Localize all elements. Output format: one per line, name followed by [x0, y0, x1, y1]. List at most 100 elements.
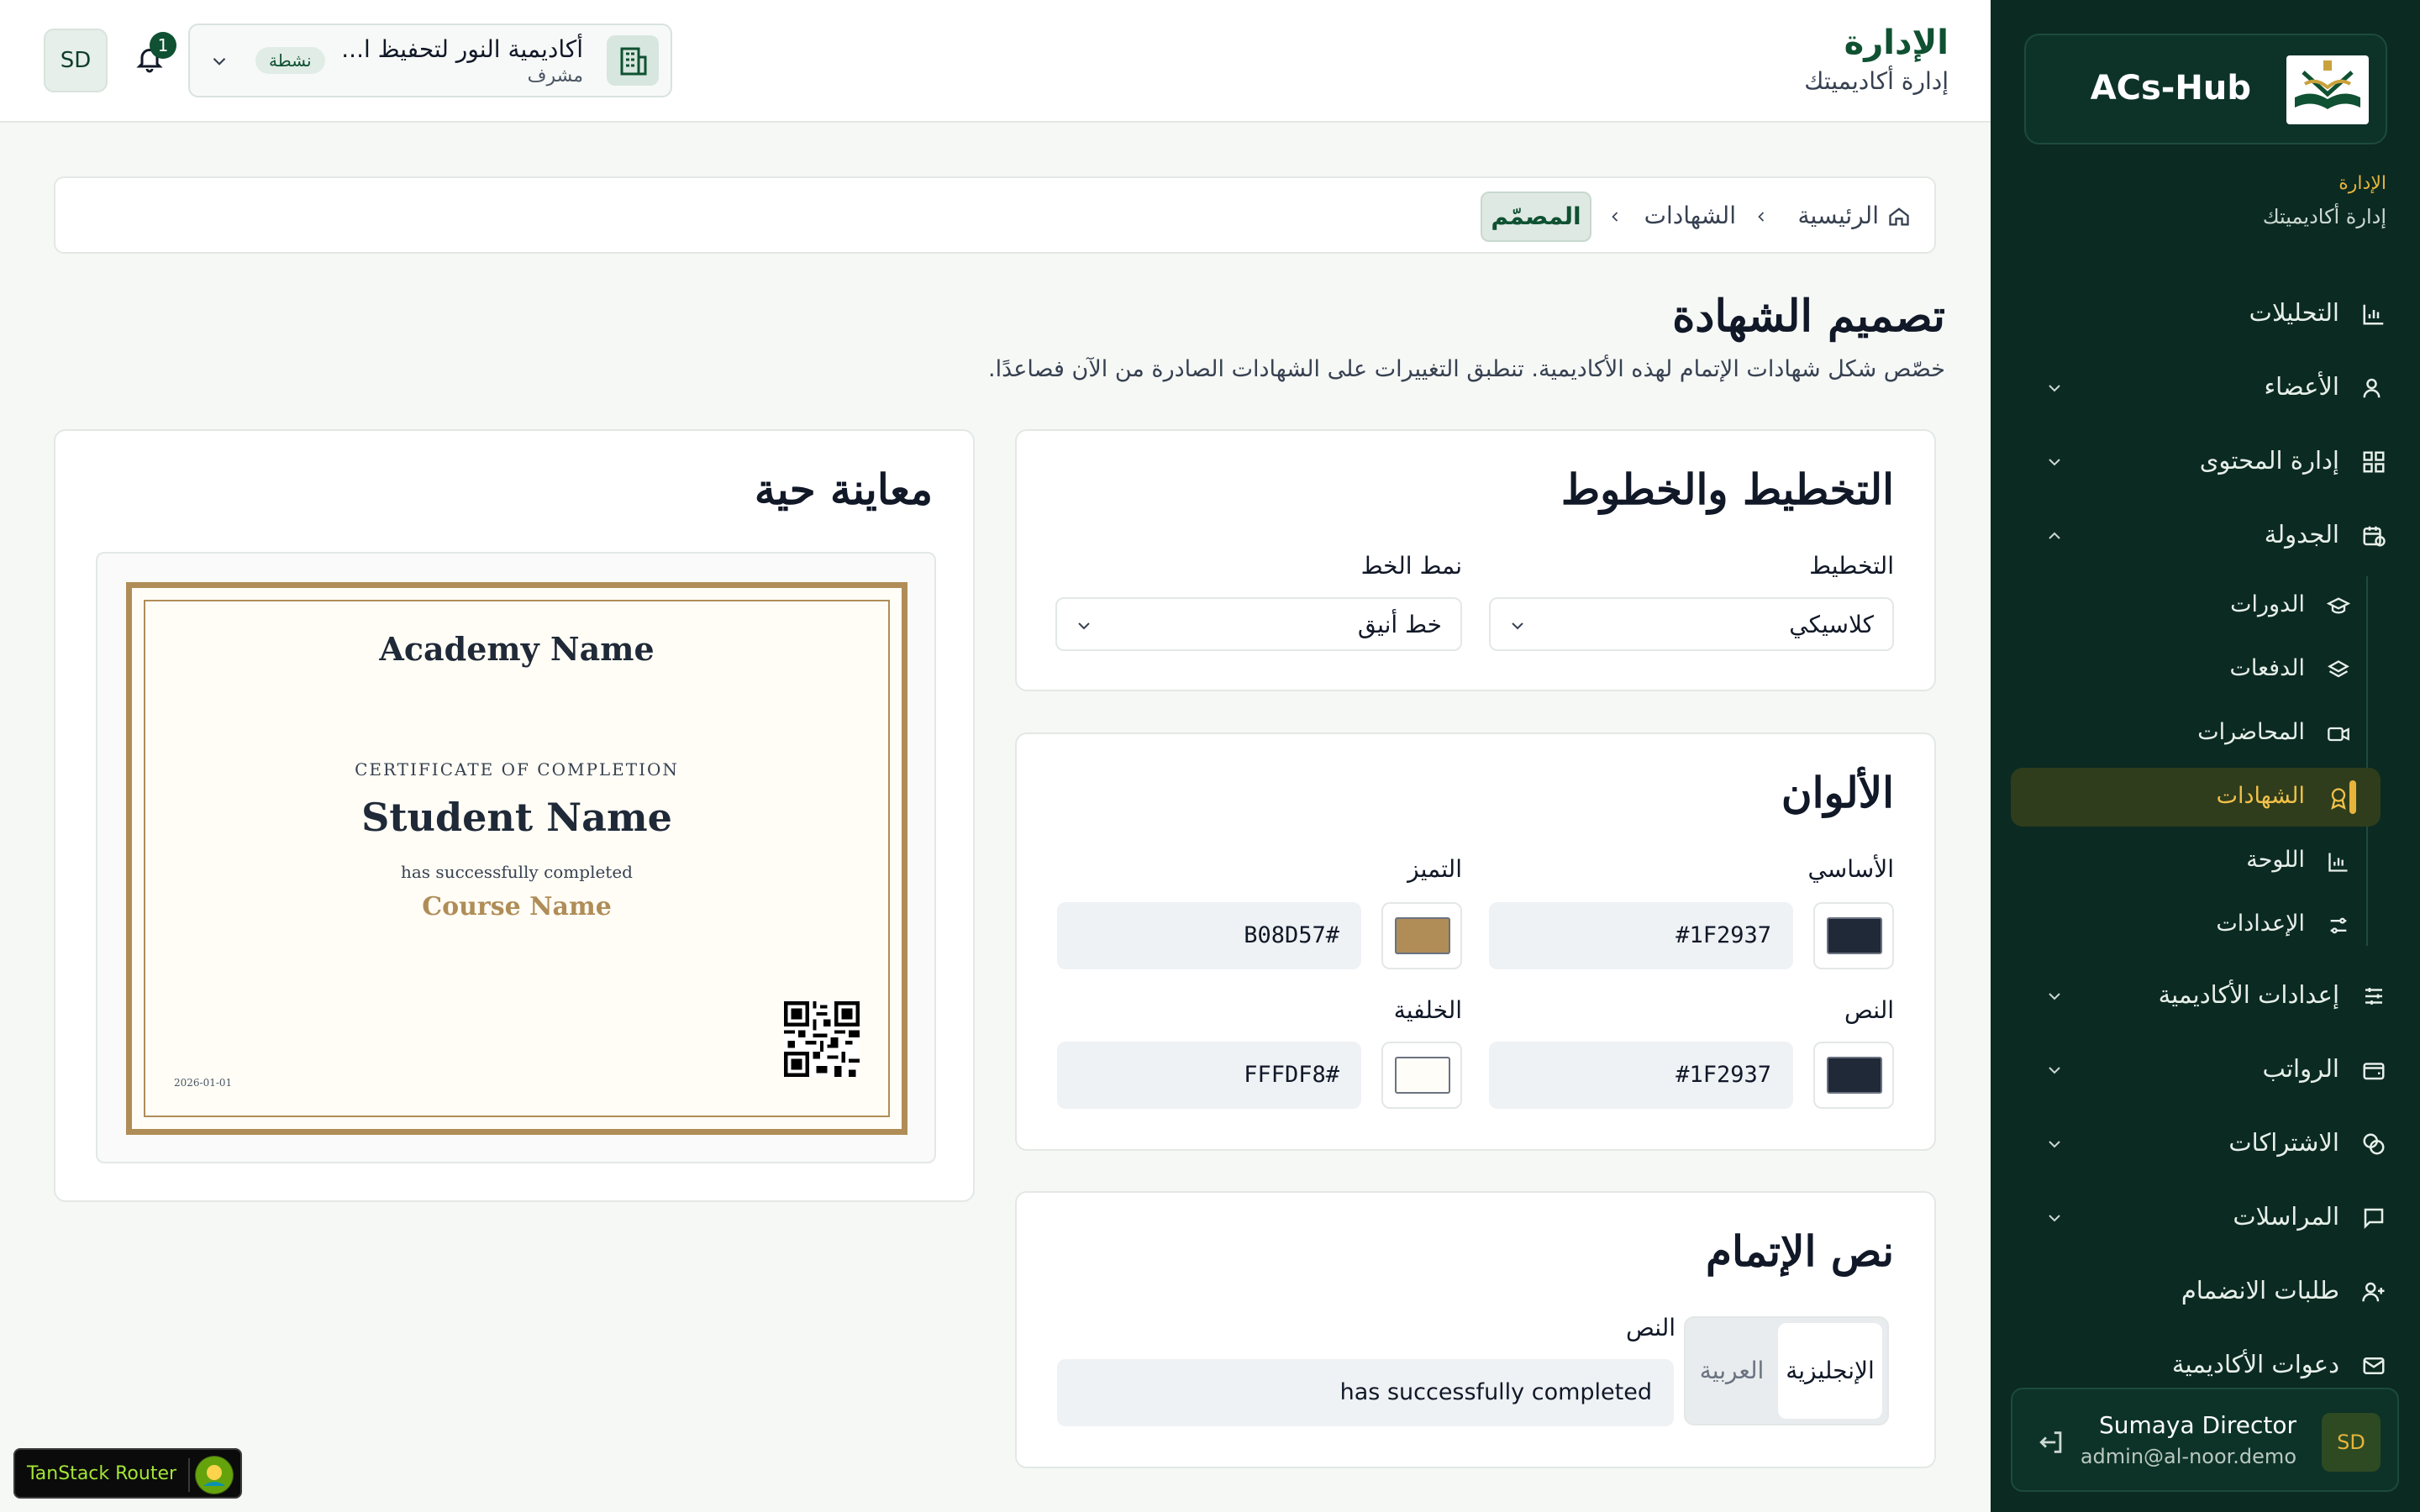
graduation-cap-icon: [2327, 597, 2350, 614]
page-title: تصميم الشهادة: [1672, 291, 1945, 342]
text-color-input[interactable]: #1F2937: [1489, 1042, 1793, 1109]
sidebar-subitem-lectures[interactable]: المحاضرات: [2011, 704, 2381, 763]
chevron-down-icon: [2049, 1215, 2060, 1222]
academy-role: مشرف: [527, 66, 583, 87]
accent-color-picker[interactable]: [1381, 902, 1462, 969]
background-color-picker[interactable]: [1381, 1042, 1462, 1109]
brand-name: ACs-Hub: [2090, 69, 2251, 108]
breadcrumb: الرئيسية الشهادات المصمّم: [54, 176, 1936, 254]
primary-color-input[interactable]: #1F2937: [1489, 902, 1793, 969]
layout-select[interactable]: كلاسيكي: [1489, 597, 1894, 651]
sidebar-item-label: الأعضاء: [2264, 372, 2339, 401]
sidebar-subitem-batches[interactable]: الدفعات: [2011, 640, 2381, 699]
qr-code-icon: [784, 1001, 860, 1077]
accent-color-input[interactable]: #B08D57: [1057, 902, 1361, 969]
grid-icon: [2363, 451, 2385, 473]
sidebar-item-scheduling[interactable]: الجدولة: [2011, 507, 2400, 563]
chevron-down-icon: [2049, 993, 2060, 1000]
tab-english[interactable]: الإنجليزية: [1778, 1323, 1882, 1419]
card-title: الألوان: [1781, 768, 1894, 817]
certificate-course-name: Course Name: [422, 892, 612, 921]
coins-icon: [2363, 1133, 2385, 1155]
chevron-down-icon: [2049, 1141, 2060, 1148]
user-email: admin@al-noor.demo: [2080, 1445, 2296, 1468]
certificate-date: 2026-01-01: [174, 1077, 233, 1089]
academy-name: أكاديمية النور لتحفيظ ا...: [341, 35, 583, 63]
certificate-completed-text: has successfully completed: [401, 862, 633, 882]
chevron-left-icon: [1758, 212, 1765, 222]
brand-box[interactable]: ACs-Hub: [2024, 34, 2387, 144]
sidebar-item-label: التحليلات: [2249, 298, 2339, 327]
certificate-heading: CERTIFICATE OF COMPLETION: [355, 759, 679, 780]
video-icon: [2328, 727, 2349, 742]
text-color-picker[interactable]: [1813, 1042, 1894, 1109]
sidebar: ACs-Hub الإدارة إدارة أكاديميتك التحليلا…: [1991, 0, 2420, 1512]
breadcrumb-current: المصمّم: [1481, 192, 1591, 242]
chevron-down-icon: [2049, 385, 2060, 392]
page-description: خصّص شكل شهادات الإتمام لهذه الأكاديمية.…: [988, 356, 1945, 382]
sidebar-section-subtitle: إدارة أكاديميتك: [2262, 205, 2386, 228]
sidebar-subitem-board[interactable]: اللوحة: [2011, 832, 2381, 890]
primary-color-swatch: [1827, 917, 1882, 954]
user-card[interactable]: SD Sumaya Director admin@al-noor.demo: [2011, 1388, 2399, 1492]
completion-text-input[interactable]: has successfully completed: [1057, 1359, 1674, 1426]
sidebar-item-label: إدارة المحتوى: [2199, 446, 2339, 475]
sidebar-item-messages[interactable]: المراسلات: [2011, 1189, 2400, 1245]
sidebar-subitem-certificates[interactable]: الشهادات: [2011, 768, 2381, 827]
home-icon[interactable]: [1887, 205, 1911, 228]
chevron-up-icon: [2049, 532, 2060, 539]
sidebar-item-label: طلبات الانضمام: [2181, 1276, 2339, 1305]
background-color-swatch: [1395, 1057, 1450, 1094]
breadcrumb-home[interactable]: الرئيسية: [1798, 202, 1879, 229]
top-header: الإدارة إدارة أكاديميتك SD 1 أكاديمية ال…: [0, 0, 1991, 123]
tab-arabic[interactable]: العربية: [1687, 1323, 1776, 1419]
notification-badge: 1: [150, 32, 176, 59]
certificate-academy-name: Academy Name: [379, 630, 655, 668]
layers-icon: [2328, 660, 2349, 678]
mail-icon: [2363, 1357, 2385, 1374]
card-title: معاينة حية: [754, 465, 933, 514]
colors-card: الألوان الأساسي #1F2937 التميز #B08D57 ا…: [1015, 732, 1936, 1151]
sidebar-item-subscriptions[interactable]: الاشتراكات: [2011, 1116, 2400, 1171]
sidebar-item-content[interactable]: إدارة المحتوى: [2011, 433, 2400, 489]
sidebar-item-academy-settings[interactable]: إعدادات الأكاديمية: [2011, 968, 2400, 1023]
message-square-icon: [2364, 1208, 2384, 1230]
background-color-input[interactable]: #FFFDF8: [1057, 1042, 1361, 1109]
calendar-clock-icon: [2363, 526, 2386, 547]
sidebar-item-analytics[interactable]: التحليلات: [2011, 286, 2400, 341]
devtools-divider: [188, 1458, 190, 1492]
sidebar-item-label: الاشتراكات: [2228, 1128, 2339, 1157]
layout-label: التخطيط: [1809, 552, 1894, 580]
sidebar-item-members[interactable]: الأعضاء: [2011, 360, 2400, 415]
tanstack-logo-icon: [195, 1456, 234, 1494]
language-tabs: الإنجليزية العربية: [1684, 1316, 1889, 1425]
user-name: Sumaya Director: [2098, 1411, 2296, 1439]
sidebar-item-join-requests[interactable]: طلبات الانضمام: [2011, 1263, 2400, 1319]
active-indicator: [2349, 780, 2356, 814]
brand-logo-icon: [2286, 55, 2369, 124]
user-plus-icon: [2362, 1282, 2385, 1302]
font-style-label: نمط الخط: [1360, 552, 1462, 580]
breadcrumb-certificates[interactable]: الشهادات: [1644, 202, 1736, 229]
tanstack-router-devtools-button[interactable]: TanStack Router: [13, 1448, 242, 1499]
sidebar-item-invitations[interactable]: دعوات الأكاديمية: [2011, 1337, 2400, 1393]
sidebar-subitem-courses[interactable]: الدورات: [2011, 576, 2381, 635]
academy-switcher[interactable]: أكاديمية النور لتحفيظ ا... مشرف نشطة: [188, 24, 672, 97]
building-icon: [607, 35, 659, 86]
certificate-student-name: Student Name: [361, 795, 672, 840]
primary-color-picker[interactable]: [1813, 902, 1894, 969]
font-style-select[interactable]: خط أنيق: [1055, 597, 1462, 651]
accent-color-label: التميز: [1407, 855, 1462, 883]
certificate-preview-frame: Academy Name CERTIFICATE OF COMPLETION S…: [96, 552, 936, 1163]
font-style-select-value: خط أنيق: [1357, 611, 1442, 638]
devtools-label: TanStack Router: [27, 1463, 177, 1484]
sidebar-item-payroll[interactable]: الرواتب: [2011, 1042, 2400, 1097]
sidebar-subitem-settings[interactable]: الإعدادات: [2011, 895, 2381, 954]
completion-text-label: النص: [1625, 1314, 1676, 1341]
accent-color-swatch: [1395, 917, 1450, 954]
status-badge: نشطة: [255, 47, 325, 74]
avatar[interactable]: SD: [44, 29, 108, 92]
logout-icon[interactable]: [2038, 1428, 2066, 1457]
primary-color-label: الأساسي: [1807, 855, 1894, 883]
sidebar-subitem-label: المحاضرات: [2197, 719, 2305, 745]
